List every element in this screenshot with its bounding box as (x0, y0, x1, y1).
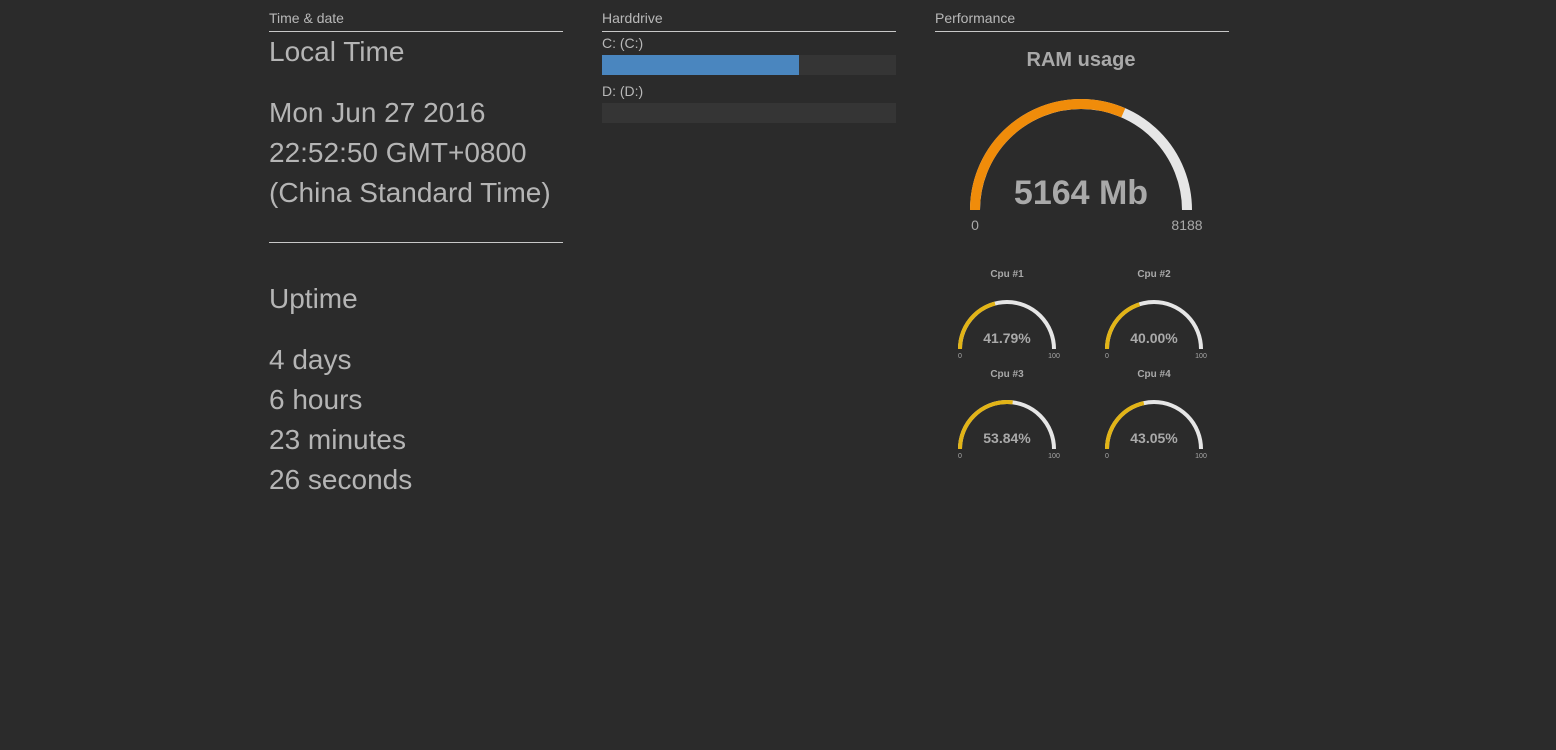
uptime-heading: Uptime (269, 283, 358, 314)
cpu-gauge-title: Cpu #1 (990, 269, 1024, 280)
performance-panel: Performance RAM usage 5164 Mb 0 8188 Cpu… (935, 10, 1229, 460)
drive-c-usage-fill (602, 55, 799, 75)
drive-c-label: C: (C:) (602, 35, 644, 51)
drive-d-usage-bar (602, 103, 896, 123)
ram-value: 5164 Mb (1014, 174, 1148, 212)
cpu-gauge-min-label: 0 (958, 353, 962, 360)
timezone-line: (China Standard Time) (269, 177, 551, 208)
harddrive-header: Harddrive (602, 10, 896, 32)
drive-d-label: D: (D:) (602, 83, 644, 99)
ram-max-label: 8188 (1171, 217, 1202, 233)
cpu-gauge-3: Cpu #3 53.84% 0 100 (958, 369, 1060, 460)
local-time-heading: Local Time (269, 36, 405, 67)
uptime-values: 4 days 6 hours 23 minutes 26 seconds (269, 340, 563, 500)
cpu-gauge-value: 43.05% (1130, 430, 1178, 446)
uptime-minutes: 23 minutes (269, 424, 406, 455)
ram-title: RAM usage (1027, 49, 1136, 71)
cpu-gauge-value: 40.00% (1130, 330, 1178, 346)
cpu-gauge-max-label: 100 (1195, 453, 1207, 460)
uptime-seconds: 26 seconds (269, 464, 413, 495)
cpu-gauge-min-label: 0 (958, 453, 962, 460)
cpu-gauge-value: 53.84% (983, 430, 1031, 446)
cpu-gauge-1: Cpu #1 41.79% 0 100 (958, 269, 1060, 360)
local-datetime: Mon Jun 27 2016 22:52:50 GMT+0800 (China… (269, 93, 563, 213)
time-date-header: Time & date (269, 10, 563, 32)
cpu-gauge-max-label: 100 (1048, 453, 1060, 460)
time-divider (269, 242, 563, 243)
drive-c-usage-bar (602, 55, 896, 75)
uptime-hours: 6 hours (269, 384, 363, 415)
cpu-gauge-min-label: 0 (1105, 353, 1109, 360)
cpu-gauge-2: Cpu #2 40.00% 0 100 (1105, 269, 1207, 360)
date-line: Mon Jun 27 2016 (269, 97, 486, 128)
cpu-gauge-min-label: 0 (1105, 453, 1109, 460)
cpu-gauge-value: 41.79% (983, 330, 1031, 346)
cpu-gauge-title: Cpu #3 (990, 369, 1024, 380)
cpu-gauge-max-label: 100 (1195, 353, 1207, 360)
harddrive-panel: Harddrive C: (C:) D: (D:) (602, 10, 896, 123)
ram-gauge: RAM usage 5164 Mb 0 8188 (970, 49, 1203, 233)
cpu-gauge-max-label: 100 (1048, 353, 1060, 360)
time-date-panel: Time & date Local Time Mon Jun 27 2016 2… (269, 10, 563, 500)
cpu-gauges: Cpu #1 41.79% 0 100 Cpu #2 40.00% 0 100 Cpu #3 53… (958, 269, 1207, 460)
performance-header: Performance (935, 10, 1229, 32)
cpu-gauge-title: Cpu #2 (1137, 269, 1171, 280)
cpu-gauge-4: Cpu #4 43.05% 0 100 (1105, 369, 1207, 460)
time-line: 22:52:50 GMT+0800 (269, 137, 527, 168)
cpu-gauge-title: Cpu #4 (1137, 369, 1171, 380)
performance-gauges: RAM usage 5164 Mb 0 8188 Cpu #1 41.79% 0 10… (958, 49, 1207, 460)
ram-min-label: 0 (971, 217, 979, 233)
uptime-days: 4 days (269, 344, 352, 375)
